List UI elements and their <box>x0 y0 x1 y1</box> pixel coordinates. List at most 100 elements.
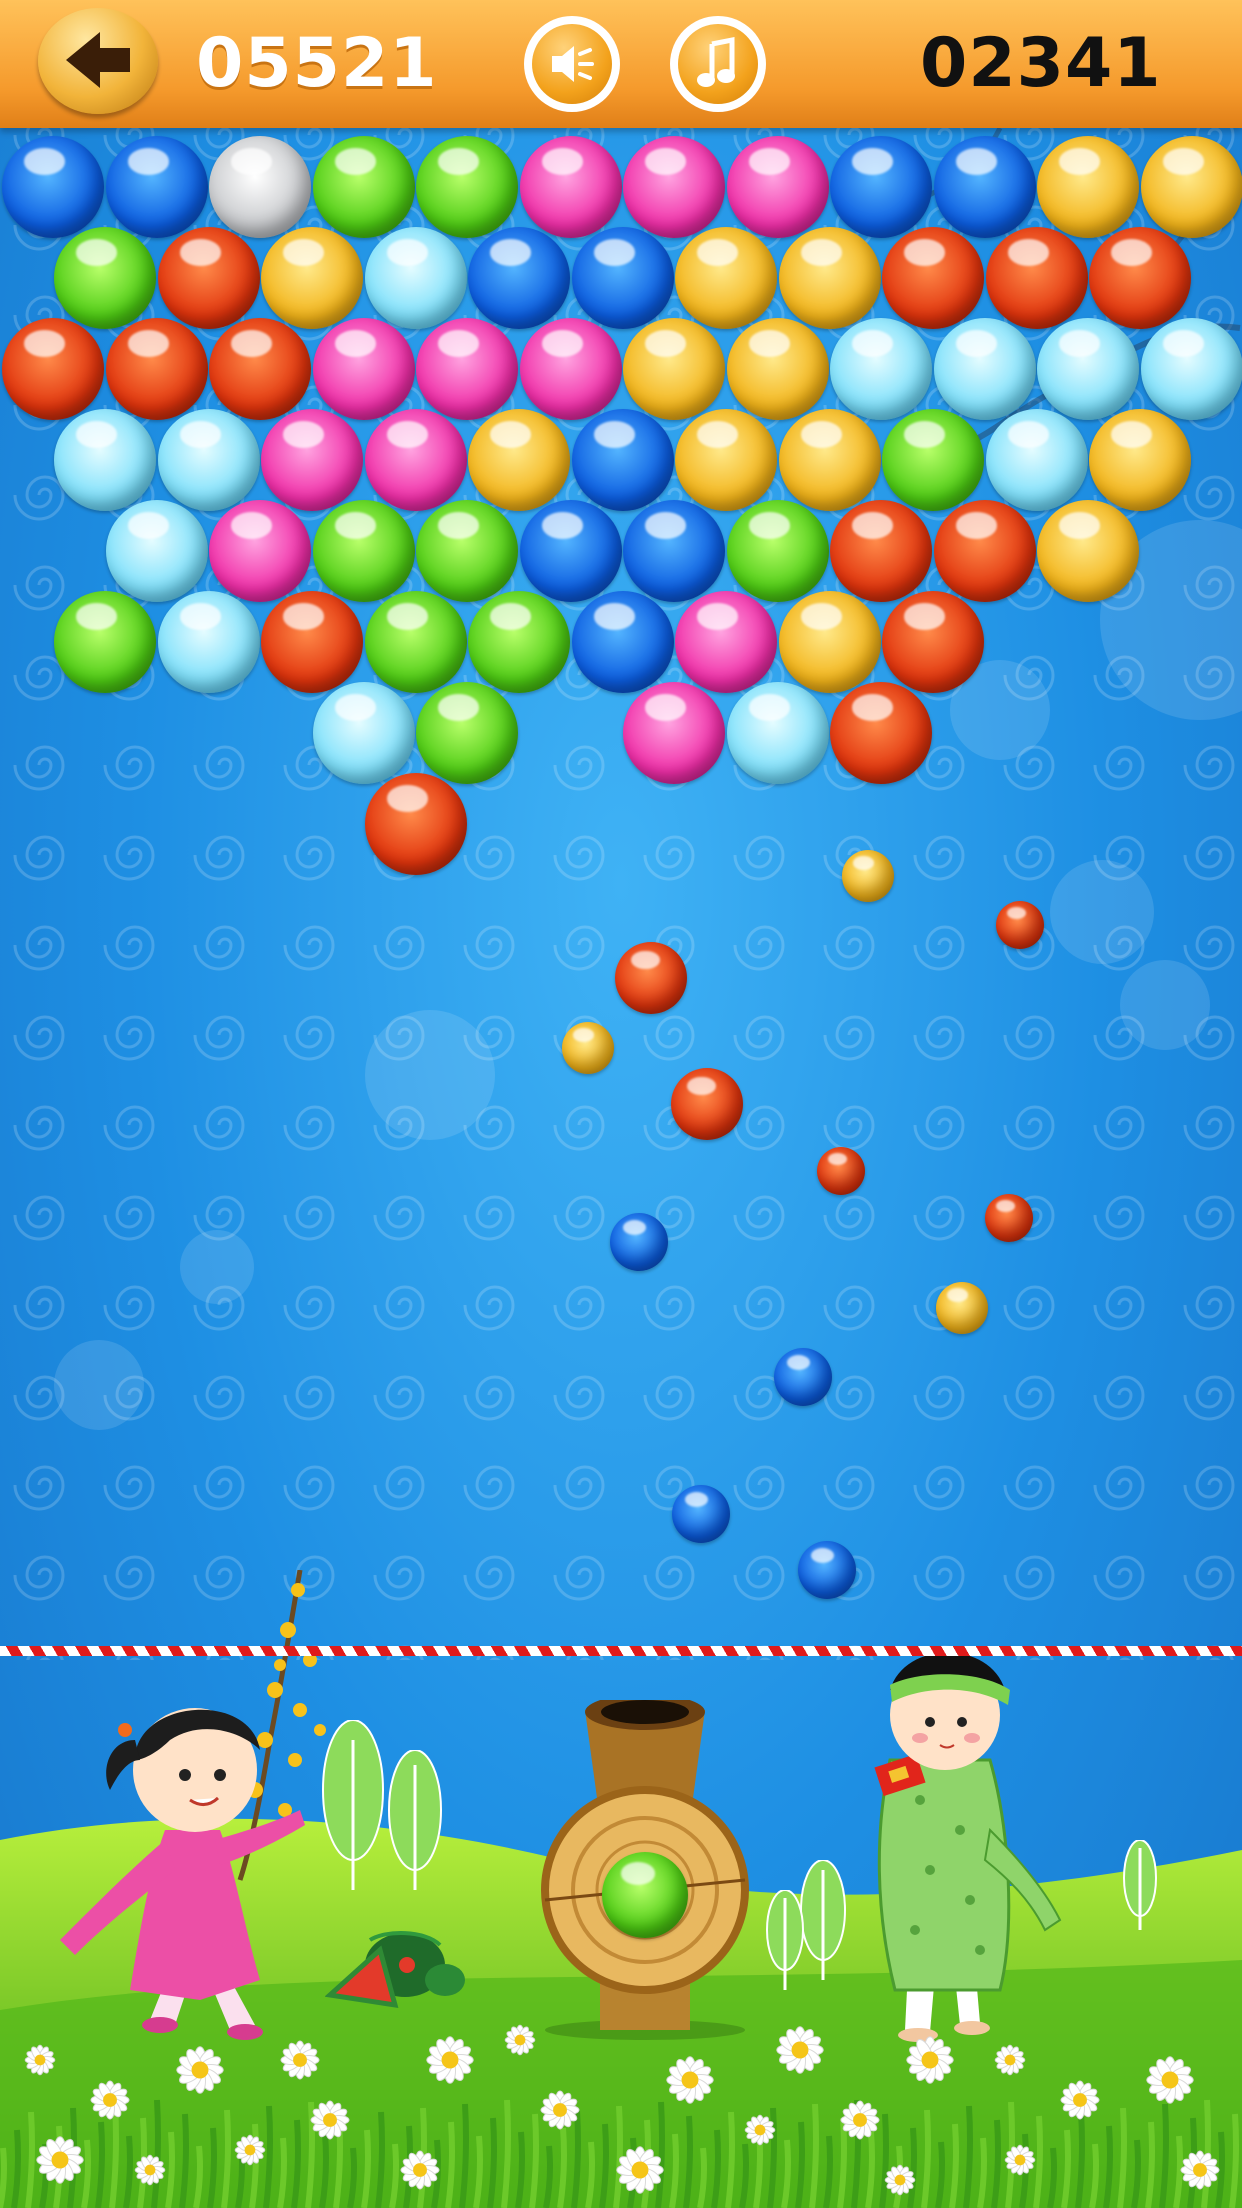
daisy-icon <box>310 2100 350 2140</box>
bubble-green <box>312 136 415 238</box>
bubble-cyan <box>1037 318 1139 420</box>
sound-button-face <box>532 24 612 104</box>
bubble-yellow <box>726 318 829 420</box>
bubble-yellow <box>623 318 725 420</box>
falling-ball-red <box>671 1068 743 1140</box>
bubble-blue <box>571 591 674 693</box>
bubble-cyan <box>1140 318 1242 420</box>
bubble-red <box>209 318 311 420</box>
bubble-green <box>882 409 984 511</box>
back-arrow-icon <box>66 32 130 88</box>
bubble-blue <box>105 136 208 238</box>
music-note-icon <box>697 36 735 87</box>
bubble-yellow <box>261 227 363 329</box>
bubble-green <box>416 136 518 238</box>
bubble-cyan <box>985 409 1088 511</box>
bubble-red <box>1089 227 1191 329</box>
bubble-yellow <box>1089 409 1191 511</box>
bubble-cyan <box>726 682 829 784</box>
daisy-icon <box>426 2036 474 2084</box>
bubble-pink <box>623 136 725 238</box>
watermelon-icon <box>325 1931 465 2009</box>
bubble-green <box>312 500 415 602</box>
bokeh-circle <box>54 1340 144 1430</box>
game-stage[interactable]: 05521 02341 <box>0 0 1242 2208</box>
daisy-icon <box>744 2114 776 2146</box>
bubble-red <box>261 591 363 693</box>
bubble-yellow <box>778 409 881 511</box>
bubble-pink <box>312 318 415 420</box>
music-button-face <box>678 24 758 104</box>
daisy-icon <box>1146 2056 1194 2104</box>
bubble-blue <box>830 136 932 238</box>
bubble-cyan <box>830 318 932 420</box>
bubble-red <box>985 227 1088 329</box>
loaded-bubble[interactable] <box>602 1852 688 1938</box>
bubble-red <box>364 773 467 875</box>
bubble-red <box>105 318 208 420</box>
back-button[interactable] <box>38 8 158 114</box>
daisy-icon <box>616 2146 664 2194</box>
bubble-blue <box>623 500 725 602</box>
bubble-pink <box>364 409 467 511</box>
bubble-red <box>882 227 984 329</box>
falling-ball-red <box>996 901 1044 949</box>
falling-ball-yellow <box>936 1282 988 1334</box>
daisy-icon <box>776 2026 824 2074</box>
bubble-pink <box>519 136 622 238</box>
bubble-red <box>882 591 984 693</box>
daisy-flowers <box>0 2024 1239 2208</box>
bubble-cyan <box>105 500 208 602</box>
bubble-green <box>726 500 829 602</box>
falling-ball-blue <box>798 1541 856 1599</box>
level-score-counter: 02341 <box>920 24 1162 103</box>
deadline-rope <box>0 1646 1242 1656</box>
bubble-red <box>933 500 1036 602</box>
score-counter: 05521 <box>196 24 438 103</box>
sound-button[interactable] <box>524 16 620 112</box>
falling-ball-red <box>615 942 687 1014</box>
daisy-icon <box>994 2044 1026 2076</box>
bubble-yellow <box>1140 136 1242 238</box>
daisy-icon <box>906 2036 954 2084</box>
falling-ball-yellow <box>562 1022 614 1074</box>
bubble-red <box>157 227 260 329</box>
falling-ball-blue <box>672 1485 730 1543</box>
bubble-cyan <box>54 409 156 511</box>
bubble-pink <box>416 318 518 420</box>
falling-ball-blue <box>610 1213 668 1271</box>
bubble-pink <box>209 500 311 602</box>
bubble-blue <box>468 227 570 329</box>
bubble-cyan <box>157 409 260 511</box>
falling-ball-red <box>985 1194 1033 1242</box>
bubble-green <box>416 682 518 784</box>
bubble-red <box>830 500 932 602</box>
bubble-blue <box>519 500 622 602</box>
bubble-pink <box>726 136 829 238</box>
bubble-blue <box>933 136 1036 238</box>
daisy-icon <box>280 2040 320 2080</box>
falling-ball-yellow <box>842 850 894 902</box>
bubble-red <box>2 318 104 420</box>
bokeh-circle <box>1050 860 1154 964</box>
bubble-blue <box>2 136 104 238</box>
bubble-blue <box>571 227 674 329</box>
music-button[interactable] <box>670 16 766 112</box>
bubble-pink <box>675 591 777 693</box>
bubble-yellow <box>1037 136 1139 238</box>
bubble-blue <box>571 409 674 511</box>
daisy-icon <box>540 2090 580 2130</box>
speaker-icon <box>552 46 594 82</box>
tree-icon <box>1123 1840 1157 1930</box>
bubble-green <box>468 591 570 693</box>
falling-ball-red <box>817 1147 865 1195</box>
daisy-icon <box>1180 2150 1220 2190</box>
bokeh-circle <box>1120 960 1210 1050</box>
bubble-cyan <box>312 682 415 784</box>
bokeh-circle <box>365 1010 495 1140</box>
bubble-pink <box>519 318 622 420</box>
daisy-icon <box>504 2024 536 2056</box>
bubble-yellow <box>468 409 570 511</box>
bubble-pink <box>261 409 363 511</box>
bubble-green <box>364 591 467 693</box>
